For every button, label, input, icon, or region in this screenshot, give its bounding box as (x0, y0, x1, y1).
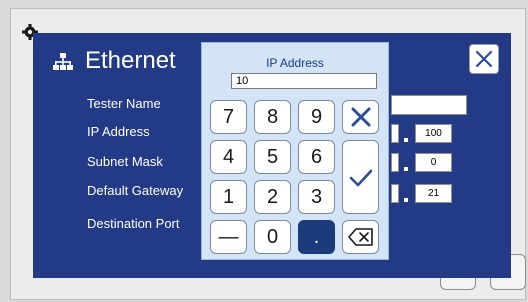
network-icon (53, 52, 73, 72)
confirm-button[interactable] (342, 140, 379, 214)
subnet-mask-label: Subnet Mask (87, 154, 163, 169)
ip-octet-3-field[interactable] (391, 124, 399, 143)
subnet-octet-3-field[interactable] (391, 153, 399, 172)
ip-address-label: IP Address (87, 124, 150, 139)
numeric-keypad: IP Address 10 7 8 9 4 5 6 1 2 3 — 0 . (202, 43, 388, 259)
close-button[interactable] (469, 44, 499, 74)
keypad-title: IP Address (266, 56, 324, 70)
key-1[interactable]: 1 (210, 180, 247, 214)
ip-octet-4-field[interactable]: 100 (415, 124, 452, 143)
tester-name-field[interactable] (391, 95, 467, 115)
gateway-octet-3-field[interactable] (391, 184, 399, 203)
key-5[interactable]: 5 (254, 140, 291, 174)
key-9[interactable]: 9 (298, 100, 335, 134)
default-gateway-label: Default Gateway (87, 183, 184, 198)
key-6[interactable]: 6 (298, 140, 335, 174)
cancel-button[interactable] (342, 100, 379, 134)
dialog-title: Ethernet (85, 47, 176, 74)
key-period[interactable]: . (298, 220, 335, 254)
checkmark-icon (349, 169, 373, 187)
backspace-icon (348, 228, 373, 246)
octet-separator (404, 198, 408, 202)
cancel-x-icon (351, 107, 371, 127)
key-4[interactable]: 4 (210, 140, 247, 174)
key-7[interactable]: 7 (210, 100, 247, 134)
tester-name-label: Tester Name (87, 96, 161, 111)
key-2[interactable]: 2 (254, 180, 291, 214)
key-8[interactable]: 8 (254, 100, 291, 134)
destination-port-label: Destination Port (87, 216, 180, 231)
octet-separator (404, 167, 408, 171)
key-0[interactable]: 0 (254, 220, 291, 254)
close-icon (475, 50, 493, 68)
key-3[interactable]: 3 (298, 180, 335, 214)
gateway-octet-4-field[interactable]: 21 (415, 184, 452, 203)
octet-separator (404, 138, 408, 142)
subnet-octet-4-field[interactable]: 0 (415, 153, 452, 172)
backspace-button[interactable] (342, 220, 379, 254)
key-minus[interactable]: — (210, 220, 247, 254)
keypad-input[interactable]: 10 (231, 73, 377, 89)
